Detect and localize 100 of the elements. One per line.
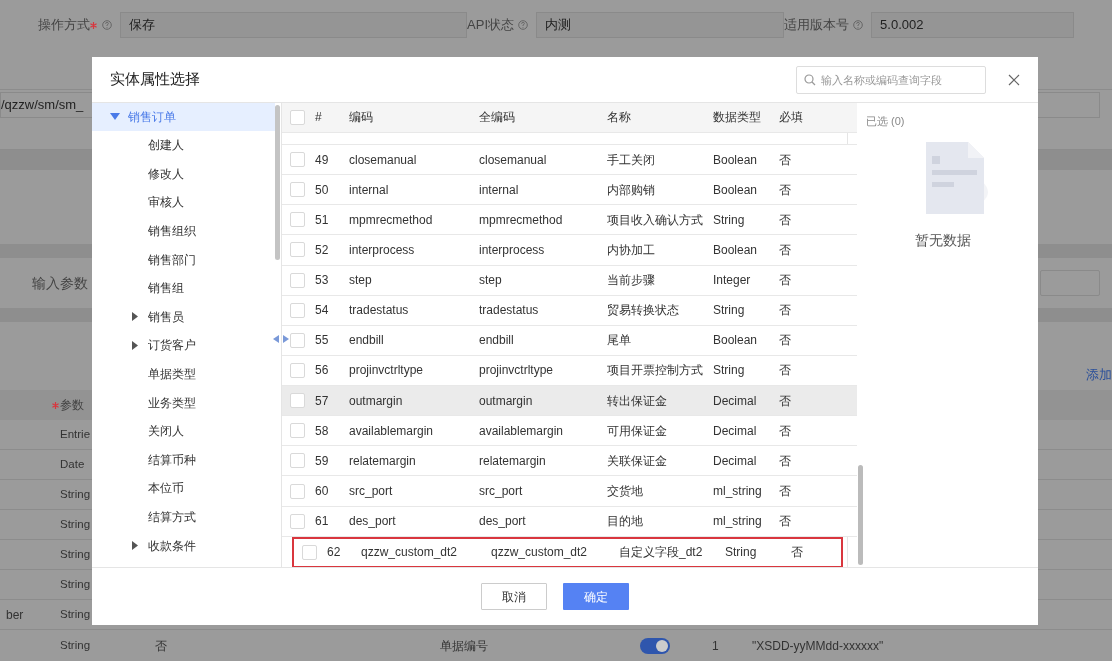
- table-cell-text: 内协加工: [607, 241, 656, 259]
- row-checkbox[interactable]: [290, 109, 305, 125]
- cancel-button[interactable]: 取消: [481, 583, 547, 610]
- table-row[interactable]: 57 outmargin outmargin 转出保证金 Decimal 否: [282, 386, 857, 417]
- tree-item[interactable]: 结算方式: [148, 508, 196, 526]
- table-row[interactable]: 62 qzzw_custom_dt2 qzzw_custom_dt2 自定义字段_dt2 String 否: [292, 536, 843, 567]
- tree-item[interactable]: 销售组: [148, 279, 184, 298]
- value-field[interactable]: 内测: [536, 12, 785, 38]
- tree-item[interactable]: 业务类型: [148, 393, 196, 412]
- table-row[interactable]: 49 closemanual closemanual 手工关闭 Boolean 否: [282, 144, 857, 176]
- tree-item[interactable]: 修改人: [148, 164, 184, 183]
- table-cell-text: 50: [314, 181, 330, 199]
- table-cell-text: relatemargin: [479, 452, 547, 470]
- help-icon: [853, 20, 864, 30]
- table-cell-text: Integer: [713, 272, 752, 290]
- value-field[interactable]: 5.0.002: [871, 12, 1074, 38]
- table-cell-text: qzzw_custom_dt2: [361, 544, 459, 562]
- table-cell-text: String: [713, 302, 746, 320]
- table-cell-text: 62: [326, 544, 342, 562]
- row-checkbox[interactable]: [290, 483, 305, 499]
- tree-item[interactable]: 销售部门: [148, 250, 196, 269]
- table-row[interactable]: 53 step step 当前步骤 Integer 否: [282, 265, 857, 296]
- table-cell-text: 否: [155, 637, 167, 655]
- row-checkbox[interactable]: [290, 242, 305, 258]
- table-row[interactable]: 56 projinvctrltype projinvctrltype 项目开票控制方式 String 否: [282, 355, 857, 387]
- table-cell-text: internal: [479, 181, 520, 199]
- table-cell-text: 60: [314, 483, 330, 501]
- scrollbar-thumb[interactable]: [858, 465, 863, 565]
- table-cell-text: String: [60, 606, 91, 622]
- row-checkbox[interactable]: [290, 272, 305, 288]
- table-row[interactable]: 52 interprocess interprocess 内协加工 Boolean 否: [282, 235, 857, 266]
- search-field[interactable]: 输入名称或编码查询字段: [796, 65, 986, 94]
- table-cell-text: String: [60, 576, 91, 592]
- table-row[interactable]: 55 endbill endbill 尾单 Boolean 否: [282, 325, 857, 356]
- table-row[interactable]: 51 mpmrecmethod mpmrecmethod 项目收入确认方式 String 否: [282, 205, 857, 236]
- table-cell-text: mpmrecmethod: [349, 211, 434, 229]
- table-row[interactable]: 59 relatemargin relatemargin 关联保证金 Decimal 否: [282, 446, 857, 477]
- column-header: #: [314, 109, 323, 127]
- row-checkbox[interactable]: [290, 453, 305, 469]
- tree-item[interactable]: 销售员: [148, 307, 184, 326]
- tree-item[interactable]: 收款条件: [148, 536, 196, 555]
- table-cell-text: qzzw_custom_dt2: [491, 544, 589, 562]
- table-cell-text: availablemargin: [479, 422, 565, 440]
- table-cell-text: src_port: [349, 483, 394, 501]
- table-cell-text: 否: [779, 272, 792, 290]
- table-cell-text: 单据编号: [440, 637, 488, 655]
- table-cell-text: 否: [779, 181, 792, 199]
- row-checkbox[interactable]: [290, 152, 305, 167]
- table-row[interactable]: 58 availablemargin availablemargin 可用保证金 Decimal 否: [282, 416, 857, 447]
- table-cell-text: 自定义字段_dt2: [619, 544, 704, 562]
- tree-item[interactable]: 审核人: [148, 193, 184, 212]
- row-checkbox[interactable]: [302, 544, 317, 560]
- table-cell-text: Decimal: [713, 422, 758, 440]
- table-cell-text: 61: [314, 513, 330, 531]
- row-checkbox[interactable]: [290, 363, 305, 378]
- table-cell-text: 否: [779, 302, 792, 320]
- tree-item[interactable]: 订货客户: [148, 336, 196, 355]
- table-cell-text: String: [60, 516, 91, 532]
- table-cell-text: 否: [779, 513, 792, 531]
- table-cell-text: 尾单: [607, 332, 632, 350]
- table-cell-text: endbill: [479, 332, 515, 350]
- row-checkbox[interactable]: [290, 393, 305, 409]
- table-row[interactable]: 54 tradestatus tradestatus 贸易转换状态 String 否: [282, 295, 857, 326]
- tree-item[interactable]: 销售组织: [148, 222, 196, 241]
- table-cell-text: 目的地: [607, 513, 644, 531]
- table-cell-text: interprocess: [479, 241, 546, 259]
- table-cell-text: des_port: [349, 513, 397, 531]
- scrollbar-thumb[interactable]: [275, 105, 280, 260]
- tree-item[interactable]: 单据类型: [148, 365, 196, 384]
- column-header: 名称: [607, 109, 632, 127]
- table-cell-text: 项目收入确认方式: [607, 211, 704, 229]
- toggle-switch[interactable]: [640, 637, 670, 654]
- expand-arrow-icon[interactable]: [132, 312, 138, 322]
- row-checkbox[interactable]: [290, 212, 305, 228]
- table-cell-text: tradestatus: [349, 302, 410, 320]
- expand-arrow-icon[interactable]: [132, 340, 138, 350]
- table-row[interactable]: 60 src_port src_port 交货地 ml_string 否: [282, 476, 857, 507]
- table-row[interactable]: 50 internal internal 内部购销 Boolean 否: [282, 175, 857, 206]
- collapse-expand-arrows-icon[interactable]: [273, 335, 289, 343]
- tree-item[interactable]: 本位币: [148, 479, 184, 498]
- tree-item[interactable]: 关闭人: [148, 422, 184, 441]
- table-cell-text: 49: [314, 151, 330, 169]
- tree-item[interactable]: 结算币种: [148, 450, 196, 469]
- table-cell-text: "XSDD-yyMMdd-xxxxxx": [752, 637, 884, 655]
- tree-item[interactable]: 销售订单: [92, 103, 275, 131]
- value-field[interactable]: 保存: [120, 12, 468, 38]
- table-cell-text: 否: [779, 151, 792, 169]
- row-checkbox[interactable]: [290, 513, 305, 529]
- column-header: 必填: [779, 109, 804, 127]
- row-checkbox[interactable]: [290, 332, 305, 348]
- row-checkbox[interactable]: [290, 182, 305, 198]
- column-header: 数据类型: [713, 109, 762, 127]
- row-checkbox[interactable]: [290, 423, 305, 439]
- row-checkbox[interactable]: [290, 302, 305, 318]
- expand-arrow-icon[interactable]: [132, 541, 138, 551]
- tree-item[interactable]: 创建人: [148, 136, 184, 155]
- table-cell-text: 58: [314, 422, 330, 440]
- table-row[interactable]: 61 des_port des_port 目的地 ml_string 否: [282, 506, 857, 537]
- close-icon[interactable]: [1008, 73, 1020, 86]
- confirm-button[interactable]: 确定: [563, 583, 629, 610]
